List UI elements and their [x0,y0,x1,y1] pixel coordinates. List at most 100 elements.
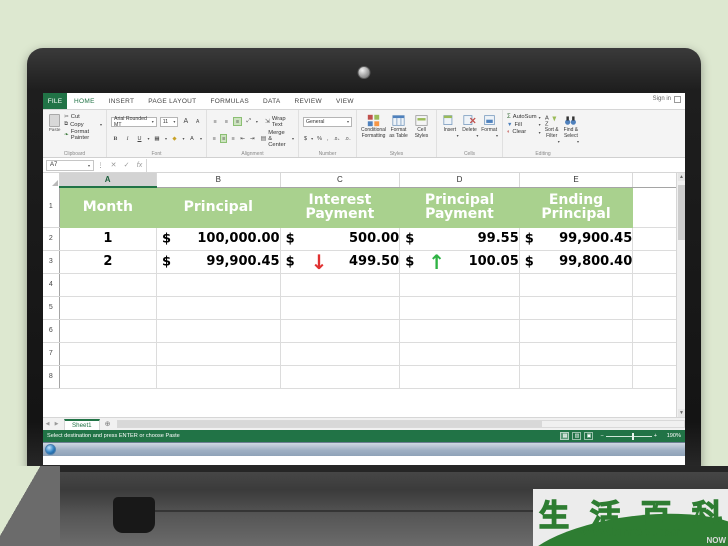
align-left-icon[interactable]: ≡ [211,134,217,143]
tab-formulas[interactable]: FORMULAS [203,93,256,109]
windows-logo-icon[interactable] [45,444,56,455]
align-top-icon[interactable]: ≡ [211,117,219,126]
column-header-d[interactable]: D [399,173,520,188]
zoom-slider[interactable]: − + [600,432,657,440]
align-middle-icon[interactable]: ≡ [222,117,230,126]
shrink-font-button[interactable]: A [193,117,202,126]
font-color-icon[interactable]: A [188,134,197,143]
percent-format-button[interactable]: % [316,134,323,143]
cell-c3[interactable]: $ ↓ 499.50 [280,250,401,274]
format-cells-button[interactable]: Format ▾ [480,114,498,138]
fill-color-icon[interactable]: ◆ [170,134,179,143]
cell-d5[interactable] [399,296,520,320]
bold-button[interactable]: B [111,134,120,143]
restore-window-button[interactable] [674,96,681,103]
conditional-formatting-button[interactable]: Conditional Formatting [361,114,386,140]
cell-c2[interactable]: $ 500.00 [280,227,401,251]
cell-b6[interactable] [156,319,281,343]
tab-insert[interactable]: INSERT [102,93,142,109]
cell-e8[interactable] [519,365,634,389]
row-header-6[interactable]: 6 [43,319,60,343]
cell-c5[interactable] [280,296,401,320]
row-header-4[interactable]: 4 [43,273,60,297]
column-header-a[interactable]: A [59,173,157,188]
autosum-button[interactable]: Σ AutoSum ▾ [507,114,541,120]
tab-home[interactable]: HOME [67,93,102,109]
cell-d6[interactable] [399,319,520,343]
chevron-down-icon[interactable]: ▾ [147,136,149,141]
tab-data[interactable]: DATA [256,93,288,109]
cell-e2[interactable]: $ 99,900.45 [519,227,634,251]
fill-button[interactable]: ▼ Fill ▾ [507,122,541,128]
column-header-e[interactable]: E [519,173,634,188]
align-bottom-icon[interactable]: ≡ [233,117,242,126]
clear-button[interactable]: ◐ Clear ▾ [507,129,541,135]
cell-b7[interactable] [156,342,281,366]
increase-decimal-icon[interactable]: .0₊ [333,134,341,143]
cell-a7[interactable] [59,342,157,366]
chevron-down-icon[interactable]: ▾ [165,136,167,141]
decrease-indent-icon[interactable]: ⇤ [239,134,246,143]
cell-a8[interactable] [59,365,157,389]
sort-filter-button[interactable]: A Z Sort & Filter ▾ [544,114,560,144]
vertical-scroll-thumb[interactable] [678,185,685,240]
tab-review[interactable]: REVIEW [288,93,329,109]
prev-sheet-icon[interactable]: ◀ [43,421,52,427]
font-size-input[interactable]: 11 ▾ [159,116,179,127]
row-header-8[interactable]: 8 [43,365,60,389]
decrease-decimal-icon[interactable]: .0₋ [344,134,352,143]
zoom-level[interactable]: 190% [661,433,681,439]
cell-styles-button[interactable]: Cell Styles [411,114,432,140]
horizontal-scrollbar[interactable] [116,420,685,428]
cell-e3[interactable]: $ 99,800.40 [519,250,634,274]
underline-button[interactable]: U [135,134,144,143]
zoom-track[interactable] [605,432,652,440]
cell-b5[interactable] [156,296,281,320]
format-as-table-button[interactable]: Format as Table [388,114,409,140]
cell-c8[interactable] [280,365,401,389]
italic-button[interactable]: I [123,134,132,143]
row-header-2[interactable]: 2 [43,227,60,251]
insert-function-icon[interactable]: fx [133,162,146,169]
cell-d4[interactable] [399,273,520,297]
cell-a1[interactable]: Month [59,187,157,228]
chevron-down-icon[interactable]: ▾ [182,136,184,141]
cell-b8[interactable] [156,365,281,389]
currency-format-button[interactable]: $ [303,134,308,143]
tab-file[interactable]: FILE [43,93,67,109]
copy-button[interactable]: ⧉ Copy ▾ [64,121,102,128]
cell-a4[interactable] [59,273,157,297]
row-header-5[interactable]: 5 [43,296,60,320]
cell-d3[interactable]: $ ↑ 100.05 [399,250,520,274]
cell-d7[interactable] [399,342,520,366]
cut-button[interactable]: ✂ Cut [64,114,102,120]
wrap-text-button[interactable]: ⇲ Wrap Text [265,116,294,128]
font-name-input[interactable]: Arial Rounded MT ▾ [111,116,157,128]
cell-d1[interactable]: Principal Payment [399,187,520,228]
cell-e5[interactable] [519,296,634,320]
vertical-scrollbar[interactable]: ▲ ▼ [676,173,685,417]
row-header-3[interactable]: 3 [43,250,60,274]
cell-c1[interactable]: Interest Payment [280,187,401,228]
horizontal-scroll-thumb[interactable] [117,421,543,427]
cell-e1[interactable]: Ending Principal [519,187,634,228]
find-select-button[interactable]: Find & Select ▾ [563,114,579,144]
row-header-1[interactable]: 1 [43,187,60,228]
enter-icon[interactable]: ✓ [120,161,133,169]
cell-d8[interactable] [399,365,520,389]
tab-view[interactable]: VIEW [329,93,361,109]
sheet-tab-sheet1[interactable]: Sheet1 [64,418,100,430]
cell-a3[interactable]: 2 [59,250,157,274]
name-box[interactable]: A7 ▾ [46,159,94,171]
merge-center-button[interactable]: ▤ Merge & Center ▾ [261,130,294,148]
orientation-icon[interactable]: ⤢ [245,117,253,126]
cell-c6[interactable] [280,319,401,343]
cell-e7[interactable] [519,342,634,366]
cell-a2[interactable]: 1 [59,227,157,251]
column-header-b[interactable]: B [156,173,281,188]
cell-c7[interactable] [280,342,401,366]
borders-icon[interactable]: ▦ [153,134,162,143]
cell-c4[interactable] [280,273,401,297]
align-center-icon[interactable]: ≡ [220,134,227,143]
formula-input[interactable] [146,158,685,172]
